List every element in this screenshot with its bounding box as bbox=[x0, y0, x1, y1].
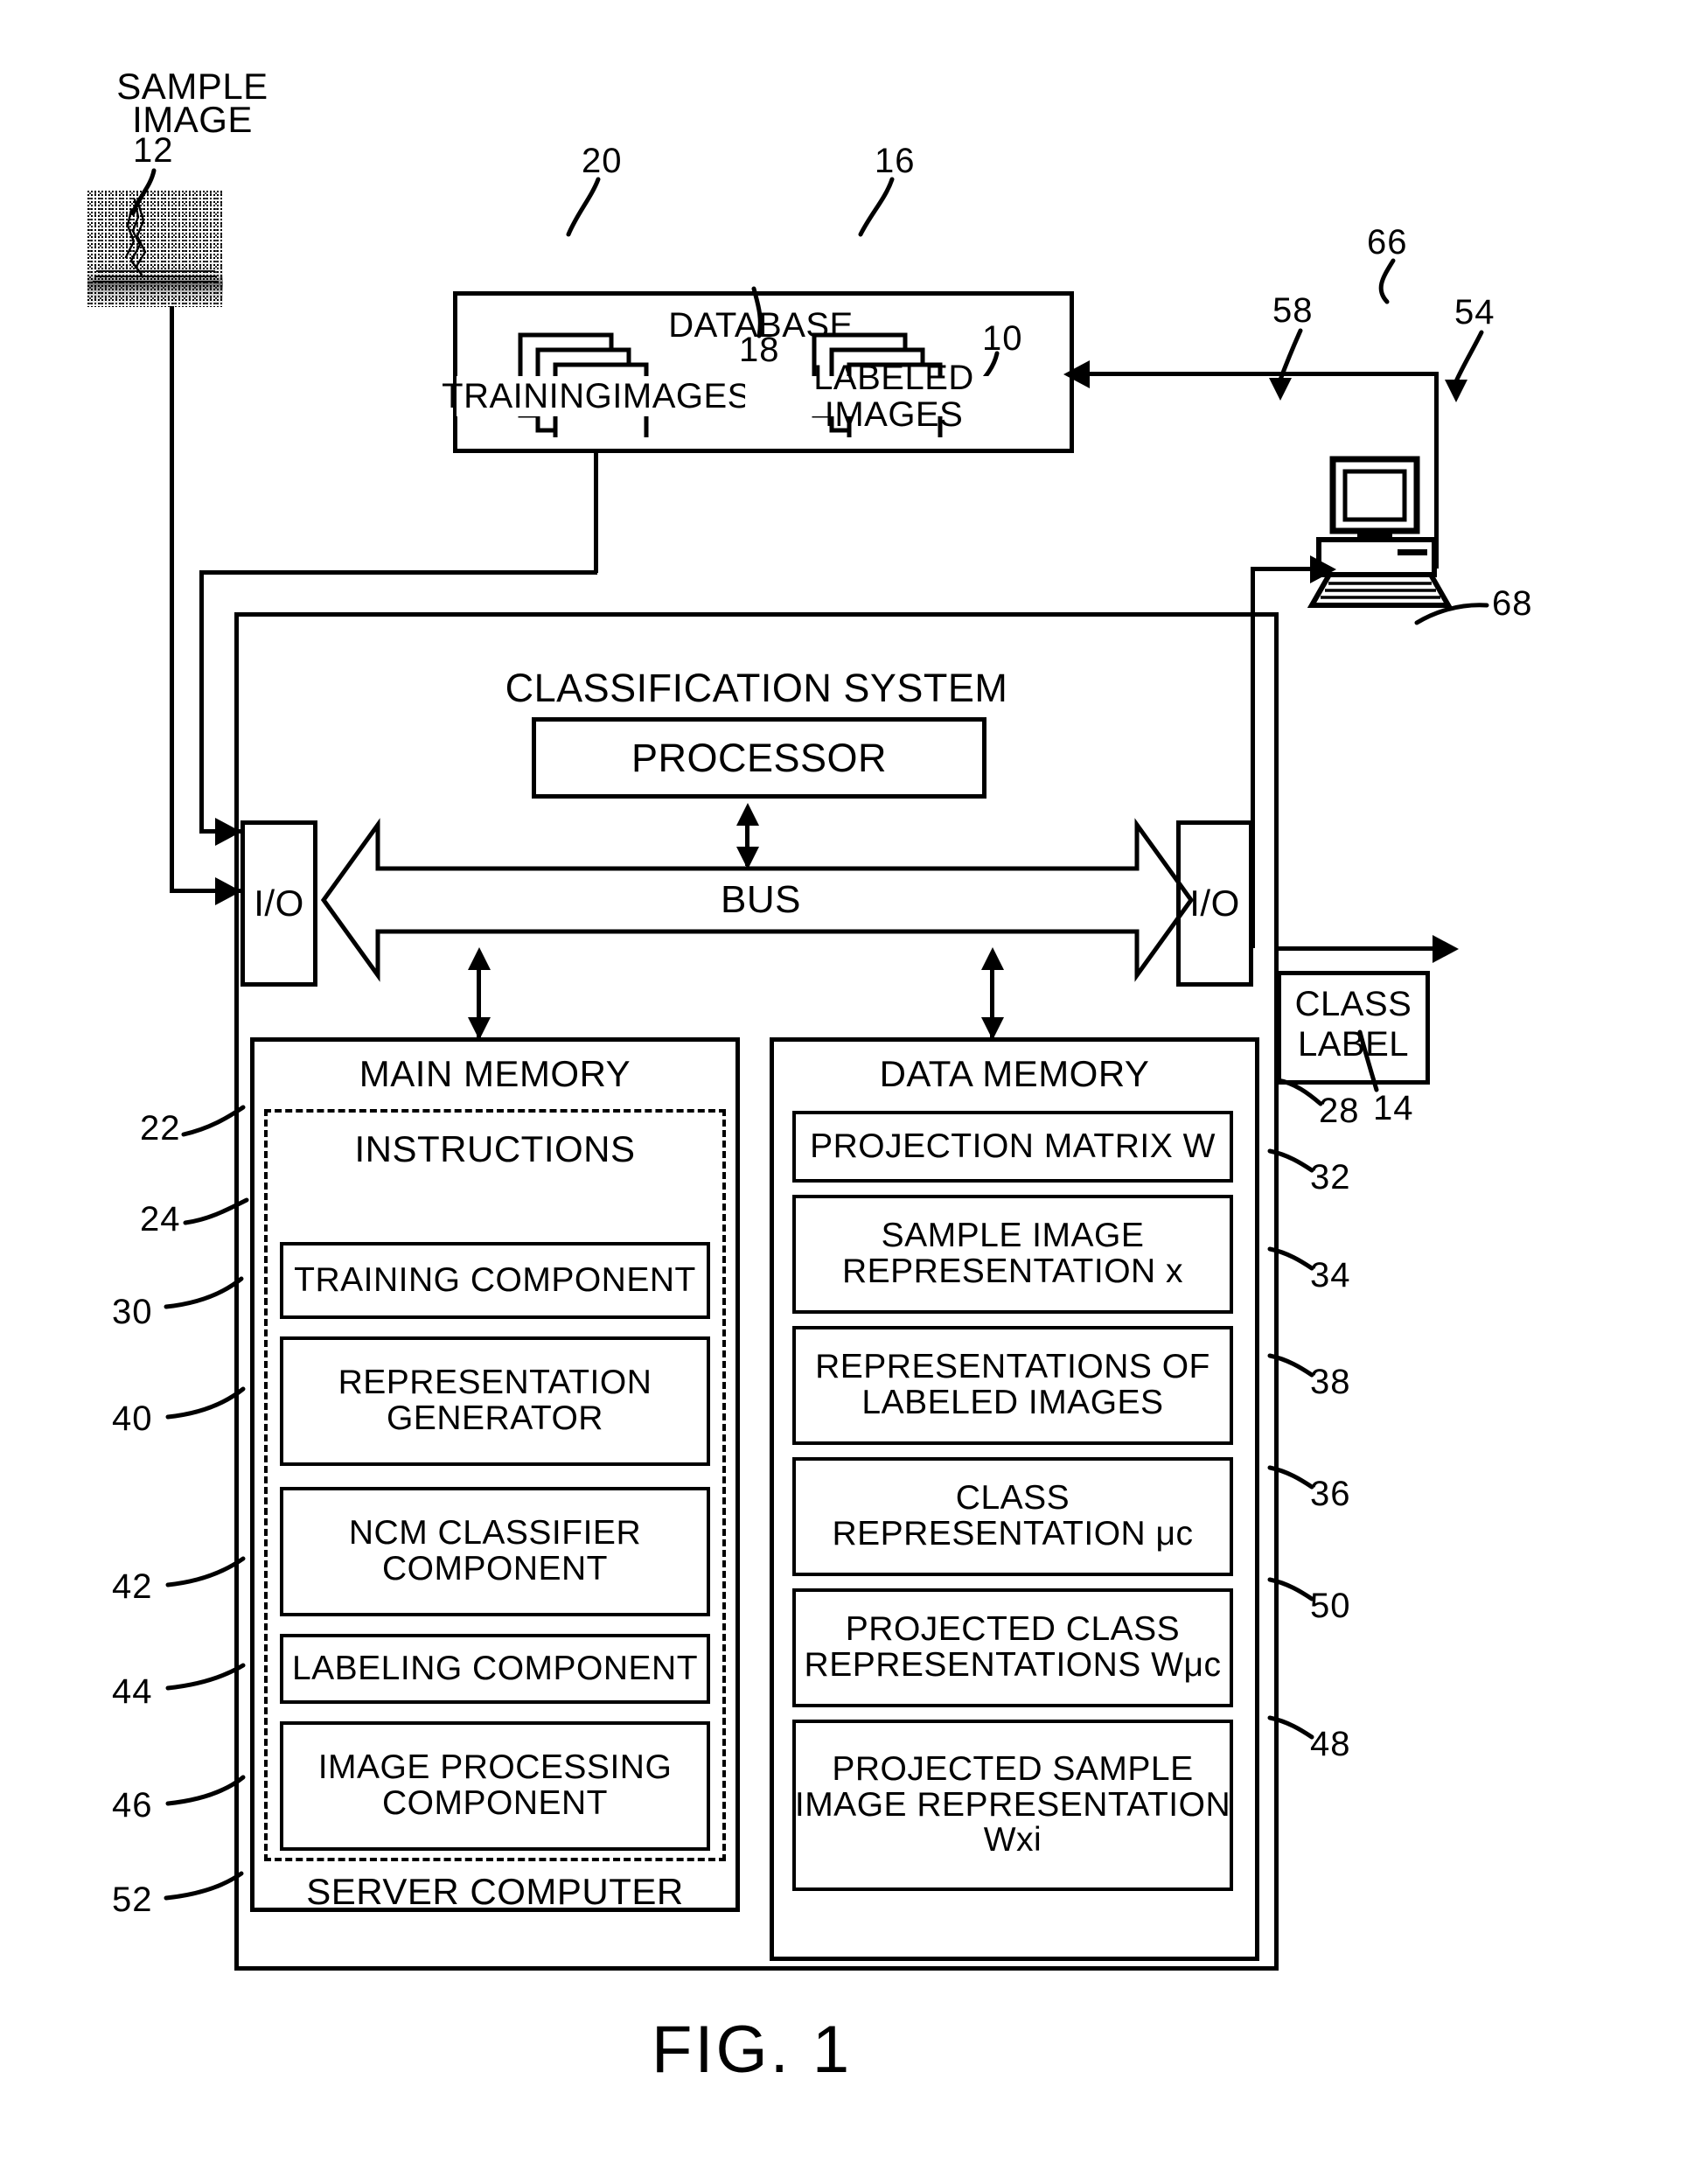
ref-58: 58 bbox=[1272, 291, 1314, 330]
representations-labeled-images-box[interactable] bbox=[792, 1326, 1233, 1445]
image-processing-component-box[interactable] bbox=[280, 1721, 710, 1851]
processor-box bbox=[532, 717, 986, 799]
figure-canvas: SAMPLE IMAGE 12 DATABASE TRAININGIMAGES … bbox=[0, 0, 1694, 2184]
sample-image-feed-arrowhead bbox=[215, 877, 241, 905]
ref-22: 22 bbox=[140, 1109, 181, 1148]
training-component-box[interactable] bbox=[280, 1242, 710, 1319]
processor-bus-arrow-down bbox=[736, 847, 759, 869]
workstation-computer[interactable] bbox=[1300, 455, 1474, 612]
ref-54-arrowhead bbox=[1445, 380, 1467, 402]
ncm-classifier-component-box[interactable] bbox=[280, 1487, 710, 1616]
projected-class-representations-box[interactable] bbox=[792, 1588, 1233, 1707]
class-label-box bbox=[1277, 971, 1430, 1085]
labeling-component-box[interactable] bbox=[280, 1634, 710, 1704]
database-feed-vline-down bbox=[594, 450, 598, 573]
class-representation-box[interactable] bbox=[792, 1457, 1233, 1576]
ref-58-arrowhead bbox=[1269, 378, 1292, 401]
sample-image-title-line1: SAMPLE bbox=[116, 65, 268, 107]
ref-14: 14 bbox=[1373, 1089, 1414, 1127]
workstation-link-arrowhead bbox=[1310, 555, 1336, 583]
ref-10: 10 bbox=[982, 319, 1023, 358]
sample-image-representation-box[interactable] bbox=[792, 1195, 1233, 1314]
ref-28: 28 bbox=[1319, 1092, 1360, 1130]
ref-20: 20 bbox=[582, 142, 623, 180]
processor-bus-arrow-up bbox=[736, 803, 759, 826]
ref-38: 38 bbox=[1310, 1363, 1351, 1401]
ref-52: 52 bbox=[112, 1880, 153, 1919]
class-label-output-line bbox=[1279, 946, 1434, 951]
system-to-workstation-vline bbox=[1251, 567, 1255, 948]
labeled-images-stack bbox=[812, 332, 969, 437]
ref-24: 24 bbox=[140, 1200, 181, 1239]
ref-12: 12 bbox=[133, 131, 174, 170]
ref-40: 40 bbox=[112, 1399, 153, 1438]
ref-42: 42 bbox=[112, 1567, 153, 1606]
sample-image-thumbnail bbox=[87, 191, 223, 307]
ref-68: 68 bbox=[1492, 584, 1533, 623]
database-feed-hline bbox=[199, 570, 597, 575]
ref-46: 46 bbox=[112, 1786, 153, 1825]
representation-generator-box[interactable] bbox=[280, 1336, 710, 1466]
workstation-link-vline bbox=[1434, 372, 1439, 569]
database-feed-arrowhead bbox=[215, 818, 241, 846]
ref-54: 54 bbox=[1454, 293, 1495, 331]
bus-mainmemory-arrow-up bbox=[468, 947, 491, 970]
figure-caption: FIG. 1 bbox=[652, 2013, 853, 2087]
projected-sample-image-representation-box[interactable] bbox=[792, 1720, 1233, 1891]
ref-50: 50 bbox=[1310, 1587, 1351, 1625]
ref-66: 66 bbox=[1367, 223, 1408, 262]
ref-18: 18 bbox=[739, 331, 780, 369]
sample-image-title-line2: IMAGE bbox=[132, 98, 253, 140]
class-label-output-arrowhead bbox=[1433, 935, 1459, 963]
training-images-stack bbox=[518, 332, 675, 437]
io-right-box[interactable] bbox=[1176, 820, 1253, 987]
workstation-database-hline bbox=[1077, 372, 1438, 376]
ref-36: 36 bbox=[1310, 1475, 1351, 1513]
sample-image-feed-vline bbox=[170, 306, 174, 892]
database-feed-vline-left bbox=[199, 570, 204, 833]
ref-44: 44 bbox=[112, 1672, 153, 1711]
ref-32: 32 bbox=[1310, 1158, 1351, 1197]
workstation-database-arrowhead bbox=[1063, 360, 1090, 388]
bus-datamemory-arrow-up bbox=[981, 947, 1004, 970]
ref-16: 16 bbox=[875, 142, 916, 180]
io-left-box[interactable] bbox=[241, 820, 317, 987]
ref-34: 34 bbox=[1310, 1256, 1351, 1294]
projection-matrix-box[interactable] bbox=[792, 1111, 1233, 1183]
ref-30: 30 bbox=[112, 1293, 153, 1331]
ref-48: 48 bbox=[1310, 1725, 1351, 1763]
